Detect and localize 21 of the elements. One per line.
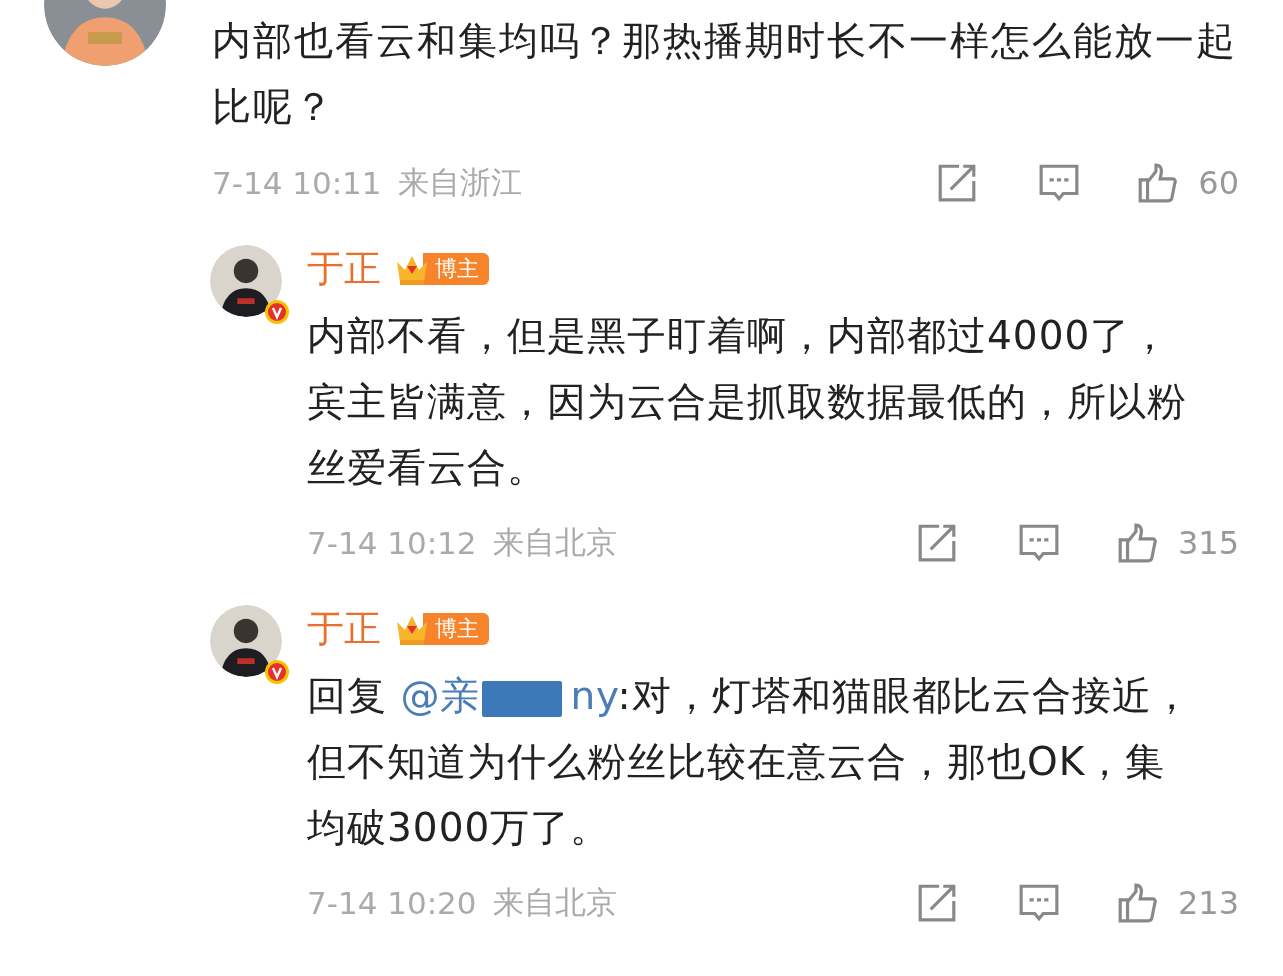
comment-icon[interactable] [1017,882,1060,924]
location: 来自北京 [492,883,617,922]
comment-icon[interactable] [1017,522,1060,564]
like-count: 315 [1177,524,1239,562]
like-count: 60 [1198,164,1239,202]
comment-icon[interactable] [1038,162,1081,204]
blogger-badge: 博主 [423,613,489,645]
reply-text: 回复 @亲 ny:对，灯塔和猫眼都比云合接近，但不知道为什么粉丝比较在意云合，那也OK，集均破3000万了。 [307,672,1192,852]
thumbs-up-icon[interactable] [1136,162,1179,204]
user-mention-link[interactable]: @亲 ny [400,673,618,718]
author-name[interactable]: 于正 [307,244,381,294]
location: 来自浙江 [397,163,522,202]
timestamp: 7-14 10:11 [212,165,382,201]
location: 来自北京 [492,523,617,562]
comment-text: 内部也看云和集均吗？那热播期时长不一样怎么能放一起比呢？ [212,17,1238,131]
blogger-badge: 博主 [423,253,489,285]
timestamp: 7-14 10:12 [307,525,477,561]
like-count: 213 [1177,884,1239,922]
timestamp: 7-14 10:20 [307,885,477,921]
author-name[interactable]: 于正 [307,604,381,654]
reply-text: 内部不看，但是黑子盯着啊，内部都过4000了，宾主皆满意，因为云合是抓取数据最低的，所以粉丝爱看云合。 [307,312,1188,492]
